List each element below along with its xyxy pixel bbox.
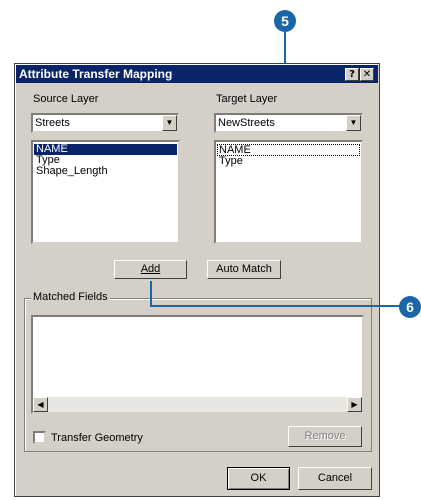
add-button[interactable]: Add (114, 260, 187, 279)
target-layer-value: NewStreets (218, 117, 275, 129)
horizontal-scrollbar[interactable]: ◀ ▶ (33, 397, 362, 412)
source-field-item[interactable]: Shape_Length (34, 166, 177, 177)
transfer-geometry-label: Transfer Geometry (51, 432, 143, 444)
source-layer-label: Source Layer (33, 93, 99, 105)
step-5-callout: 5 (274, 10, 296, 32)
arrow-right-icon[interactable]: ▶ (347, 397, 362, 412)
dialog-title: Attribute Transfer Mapping (19, 67, 173, 81)
chevron-down-icon: ▼ (165, 118, 174, 127)
transfer-geometry-checkbox[interactable] (33, 431, 46, 444)
source-layer-combo[interactable]: Streets ▼ (31, 113, 179, 133)
matched-fields-label: Matched Fields (31, 291, 110, 304)
chevron-down-icon: ▼ (349, 118, 358, 127)
close-button[interactable]: ✕ (360, 68, 374, 81)
step-6-callout: 6 (399, 296, 421, 318)
ok-button[interactable]: OK (227, 467, 290, 490)
target-fields-list[interactable]: NAME Type (214, 140, 363, 244)
source-fields-list[interactable]: NAME Type Shape_Length (31, 140, 180, 244)
step-6-leader-line-vertical (150, 281, 152, 307)
target-layer-combo[interactable]: NewStreets ▼ (214, 113, 363, 133)
auto-match-button[interactable]: Auto Match (207, 260, 281, 279)
target-layer-dropdown-button[interactable]: ▼ (346, 115, 361, 131)
arrow-left-icon[interactable]: ◀ (33, 397, 48, 412)
target-layer-label: Target Layer (216, 93, 278, 105)
remove-button[interactable]: Remove (288, 426, 362, 447)
help-button[interactable]: ? (345, 68, 359, 81)
source-layer-value: Streets (35, 117, 70, 129)
step-6-leader-line-horizontal (150, 305, 402, 307)
cancel-button[interactable]: Cancel (298, 467, 372, 490)
add-button-label: Add (140, 263, 161, 275)
target-field-item[interactable]: Type (217, 156, 360, 167)
source-layer-dropdown-button[interactable]: ▼ (162, 115, 177, 131)
